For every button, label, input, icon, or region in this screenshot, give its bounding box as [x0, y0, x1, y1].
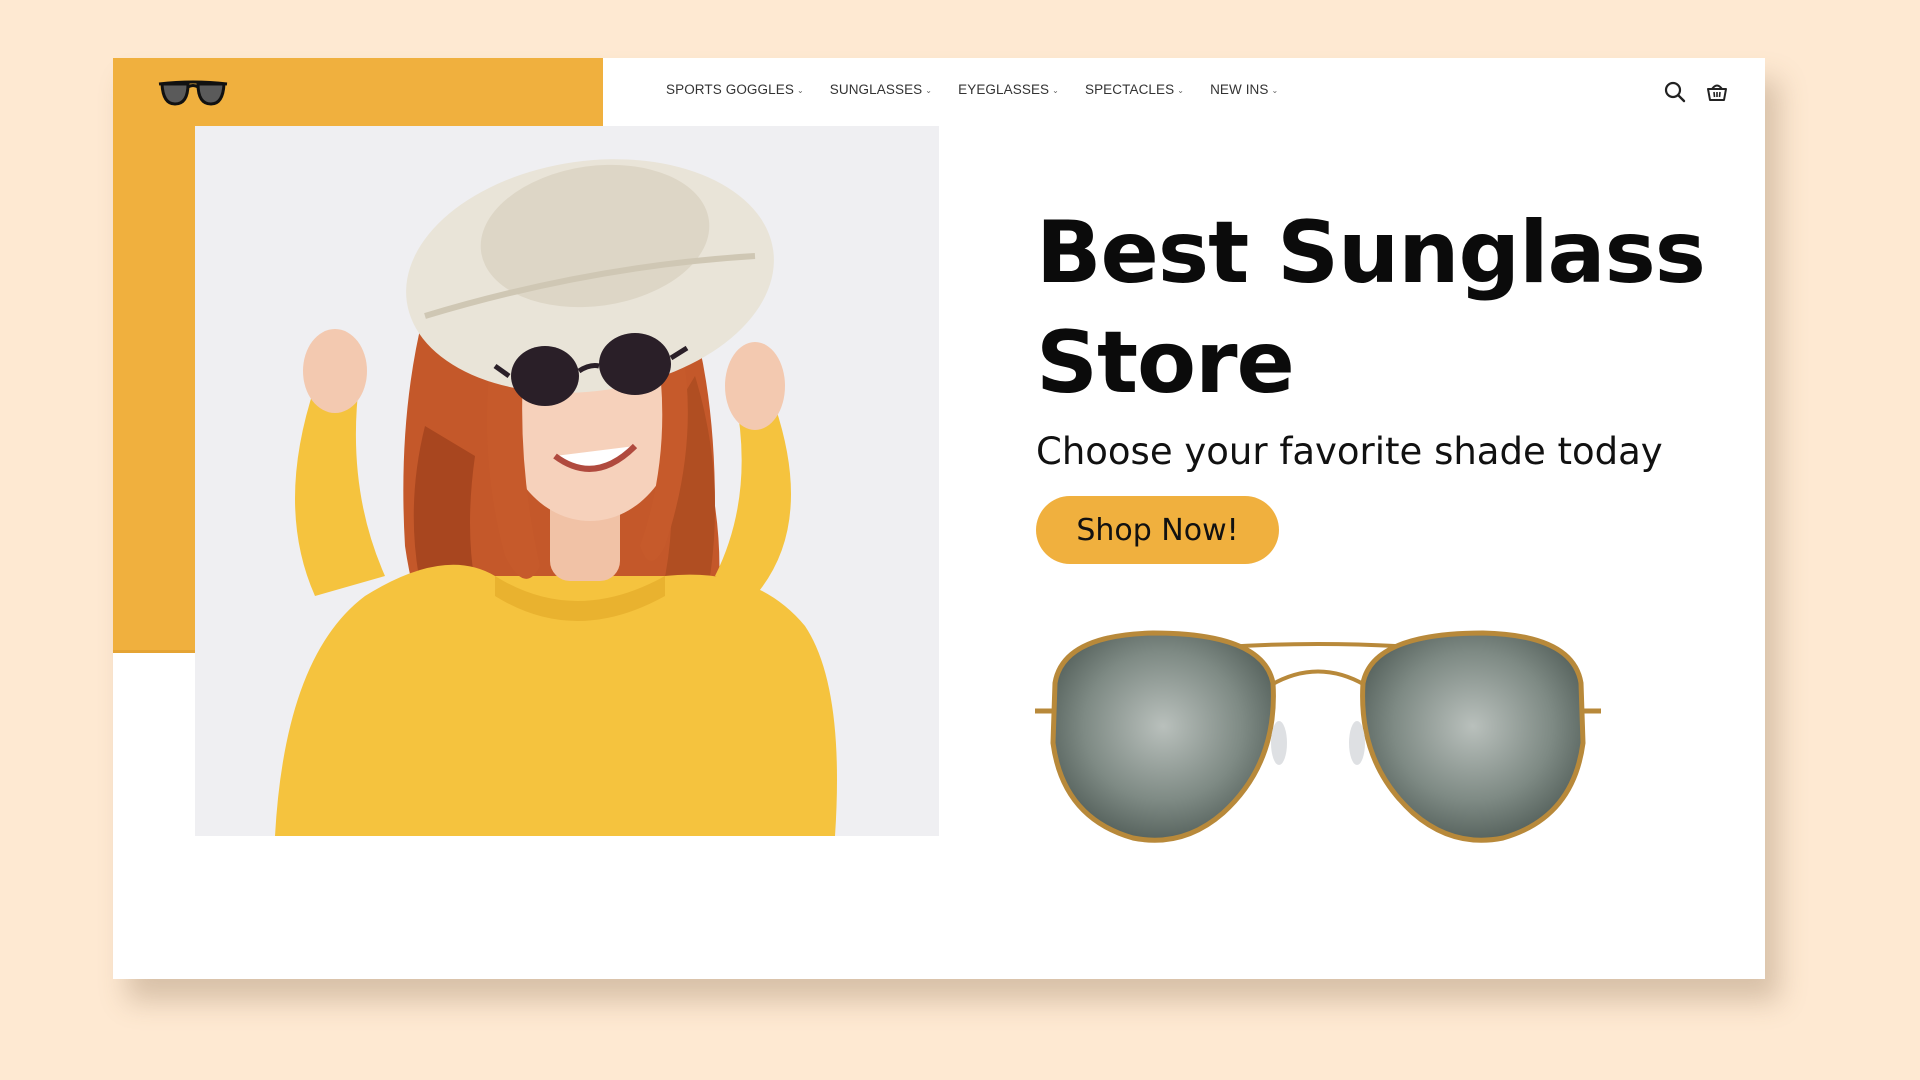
nav-item-label: SPORTS GOGGLES [666, 82, 794, 97]
hero-subheadline: Choose your favorite shade today [1036, 430, 1663, 473]
chevron-down-icon: ⌄ [1177, 86, 1185, 95]
nav-item-sunglasses[interactable]: SUNGLASSES ⌄ [830, 82, 932, 97]
nav-item-label: SPECTACLES [1084, 82, 1175, 97]
hero-model-image [195, 126, 939, 836]
hero-headline: Best Sunglass Store [1036, 203, 1706, 413]
nav-item-label: EYEGLASSES [958, 82, 1050, 97]
nav-item-spectacles[interactable]: SPECTACLES ⌄ [1085, 82, 1184, 97]
search-icon[interactable] [1663, 80, 1687, 104]
nav-item-new-ins[interactable]: NEW INS ⌄ [1210, 82, 1278, 97]
nav-item-eyeglasses[interactable]: EYEGLASSES ⌄ [958, 82, 1059, 97]
chevron-down-icon: ⌄ [796, 86, 804, 95]
nav-item-sports-goggles[interactable]: SPORTS GOGGLES ⌄ [666, 82, 804, 97]
sunglasses-logo-icon[interactable] [157, 78, 229, 108]
shop-now-button[interactable]: Shop Now! [1036, 496, 1279, 564]
aviator-sunglasses-image [1035, 630, 1601, 843]
chevron-down-icon: ⌄ [1271, 86, 1279, 95]
nav-item-label: SUNGLASSES [829, 82, 923, 97]
chevron-down-icon: ⌄ [1052, 86, 1059, 95]
basket-icon[interactable] [1705, 80, 1729, 104]
chevron-down-icon: ⌄ [925, 86, 933, 95]
nav-item-label: NEW INS [1210, 82, 1269, 97]
main-nav: SPORTS GOGGLES ⌄ SUNGLASSES ⌄ EYEGLASSES… [666, 82, 1304, 97]
page-card: SPORTS GOGGLES ⌄ SUNGLASSES ⌄ EYEGLASSES… [113, 58, 1765, 979]
